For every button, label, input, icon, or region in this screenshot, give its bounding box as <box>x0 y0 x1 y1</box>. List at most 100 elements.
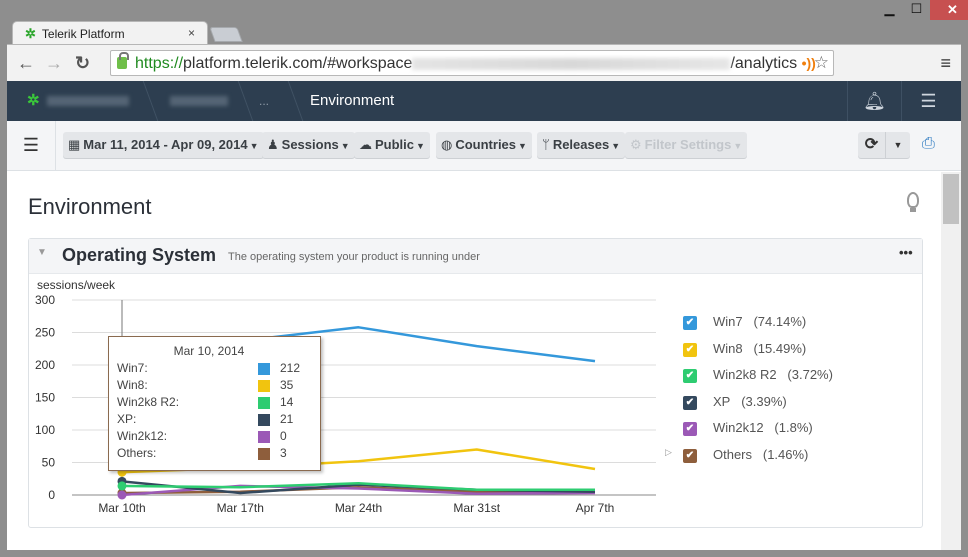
breadcrumb-separator <box>224 81 254 121</box>
tooltip-row: Others: 3 <box>117 446 317 463</box>
breadcrumb-separator <box>129 81 159 121</box>
refresh-options-caret-icon[interactable]: ▼ <box>886 132 910 158</box>
x-tick-label: Mar 17th <box>217 501 264 515</box>
legend-label: Win2k12 (1.8%) <box>713 420 813 435</box>
telerik-logo-icon: ✲ <box>25 25 36 41</box>
breadcrumb-current: Environment <box>310 92 395 109</box>
tooltip-date: Mar 10, 2014 <box>173 344 245 358</box>
refresh-button-group: ⟳ ▼ <box>858 132 910 158</box>
gears-icon: ⚙ <box>630 137 642 152</box>
public-dropdown[interactable]: ☁ Public ▼ <box>354 132 430 158</box>
chart-tooltip: Mar 10, 2014 Win7: 212 Win8: 35 Win2k8 R2: 14… <box>108 336 321 471</box>
browser-tab[interactable]: ✲ Telerik Platform × <box>12 21 208 45</box>
tooltip-series-name: Others: <box>117 446 157 460</box>
tooltip-value: 3 <box>280 446 287 460</box>
scrollbar-thumb[interactable] <box>943 174 959 224</box>
breadcrumb-item-2[interactable] <box>170 81 228 121</box>
tab-title: Telerik Platform <box>41 26 125 41</box>
caret-down-icon: ▼ <box>249 141 259 151</box>
user-icon: ♟ <box>267 137 279 152</box>
caret-down-icon: ▼ <box>416 141 425 151</box>
window-controls: ▁ ☐ ✕ <box>876 0 968 20</box>
breadcrumb-ellipsis[interactable]: ... <box>259 81 269 121</box>
legend-checkbox[interactable]: ✔ <box>683 422 697 436</box>
tooltip-series-name: Win2k8 R2: <box>117 395 180 409</box>
releases-dropdown[interactable]: ᛘ Releases ▼ <box>537 132 626 158</box>
countries-dropdown[interactable]: ◍ Countries ▼ <box>436 132 532 158</box>
tooltip-color-swatch <box>258 397 270 409</box>
maximize-button[interactable]: ☐ <box>903 0 930 20</box>
legend-label: XP (3.39%) <box>713 393 787 409</box>
data-point-marker <box>117 490 127 500</box>
caret-down-icon: ▼ <box>340 141 350 151</box>
collapse-caret-icon[interactable]: ▼ <box>37 247 47 258</box>
os-line-chart: sessions/week 0 50 100 150 200 250 300 Mar 10th M… <box>29 274 922 528</box>
address-bar[interactable]: https://platform.telerik.com/#workspace /… <box>110 50 834 76</box>
main-content: Environment ▼ Operating System The opera… <box>7 172 941 550</box>
refresh-icon[interactable]: ⟳ <box>858 132 886 158</box>
tooltip-series-name: Win8: <box>117 378 148 392</box>
filter-toolbar: ☰ ▦ Mar 11, 2014 - Apr 09, 2014 ▼ ♟ Session… <box>7 121 961 171</box>
legend-checkbox[interactable]: ✔ <box>683 316 697 330</box>
browser-menu-icon[interactable]: ≡ <box>940 53 951 74</box>
url-scheme: https:// <box>135 55 184 72</box>
legend-label: Win2k8 R2 (3.72%) <box>713 367 833 382</box>
telerik-logo-icon[interactable]: ✲ <box>27 81 40 121</box>
sessions-dropdown[interactable]: ♟ Sessions ▼ <box>262 132 355 158</box>
tooltip-color-swatch <box>258 448 270 460</box>
date-range-dropdown[interactable]: ▦ Mar 11, 2014 - Apr 09, 2014 ▼ <box>63 132 264 158</box>
caret-down-icon: ▼ <box>611 141 621 151</box>
legend-checkbox[interactable]: ✔ <box>683 342 697 357</box>
bookmark-star-icon[interactable]: ☆ <box>814 51 829 75</box>
breadcrumb-item-1[interactable] <box>47 81 129 121</box>
panel-title: Operating System <box>62 245 217 265</box>
tab-close-icon[interactable]: × <box>188 26 195 40</box>
tooltip-value: 14 <box>280 395 294 409</box>
close-window-button[interactable]: ✕ <box>930 0 968 20</box>
reload-icon[interactable]: ↻ <box>75 53 90 74</box>
page-scrollbar[interactable] <box>941 172 961 550</box>
y-axis-label: sessions/week <box>37 278 116 292</box>
breadcrumb-separator <box>274 81 304 121</box>
expand-triangle-icon[interactable]: ▷ <box>665 447 672 458</box>
calendar-icon: ▦ <box>68 137 81 152</box>
forward-icon[interactable]: → <box>45 53 63 74</box>
lightbulb-icon[interactable] <box>907 192 919 212</box>
new-tab-button[interactable] <box>209 27 243 42</box>
cloud-icon: ☁ <box>359 137 372 152</box>
print-icon[interactable]: ⎙ <box>922 135 935 153</box>
lock-icon <box>117 52 129 69</box>
tooltip-color-swatch <box>258 363 270 375</box>
tooltip-row: Win2k8 R2: 14 <box>117 395 317 412</box>
legend-checkbox[interactable]: ✔ <box>683 395 697 410</box>
browser-toolbar: ← → ↻ https://platform.telerik.com/#work… <box>7 44 961 81</box>
tooltip-value: 21 <box>280 412 294 426</box>
legend-checkbox[interactable]: ✔ <box>683 369 697 383</box>
sidebar-toggle-icon[interactable]: ☰ <box>7 121 56 171</box>
back-icon[interactable]: ← <box>17 53 35 74</box>
web-page: ✲ ... Environment 🔔︎ ☰ ☰ ▦ Mar 11, 2014 -… <box>7 81 961 550</box>
app-menu-icon[interactable]: ☰ <box>901 81 955 121</box>
tooltip-series-name: Win7: <box>117 361 148 375</box>
y-tick-label: 100 <box>35 423 55 437</box>
tooltip-color-swatch <box>258 380 270 392</box>
x-tick-label: Mar 24th <box>335 501 382 515</box>
panel-subtitle: The operating system your product is run… <box>228 251 480 263</box>
x-tick-label: Mar 31st <box>453 501 500 515</box>
url-host: platform.telerik.com/#workspace <box>183 55 413 72</box>
legend-label: Others (1.46%) <box>713 446 809 462</box>
tooltip-value: 35 <box>280 378 294 392</box>
legend-checkbox[interactable]: ✔ <box>683 448 697 463</box>
code-fork-icon: ᛘ <box>542 137 550 152</box>
caret-down-icon: ▼ <box>518 141 527 151</box>
panel-more-options-icon[interactable]: ••• <box>899 245 913 260</box>
minimize-button[interactable]: ▁ <box>876 0 903 20</box>
legend-label: Win7 (74.14%) <box>713 314 807 329</box>
y-tick-label: 0 <box>48 488 55 502</box>
panel-header: ▼ Operating System The operating system … <box>29 239 922 274</box>
operating-system-panel: ▼ Operating System The operating system … <box>28 238 923 528</box>
filter-settings-dropdown[interactable]: ⚙ Filter Settings ▼ <box>625 132 748 158</box>
notifications-bell-icon[interactable]: 🔔︎ <box>847 81 901 121</box>
caret-down-icon: ▼ <box>733 141 743 151</box>
app-header: ✲ ... Environment 🔔︎ ☰ <box>7 81 961 121</box>
